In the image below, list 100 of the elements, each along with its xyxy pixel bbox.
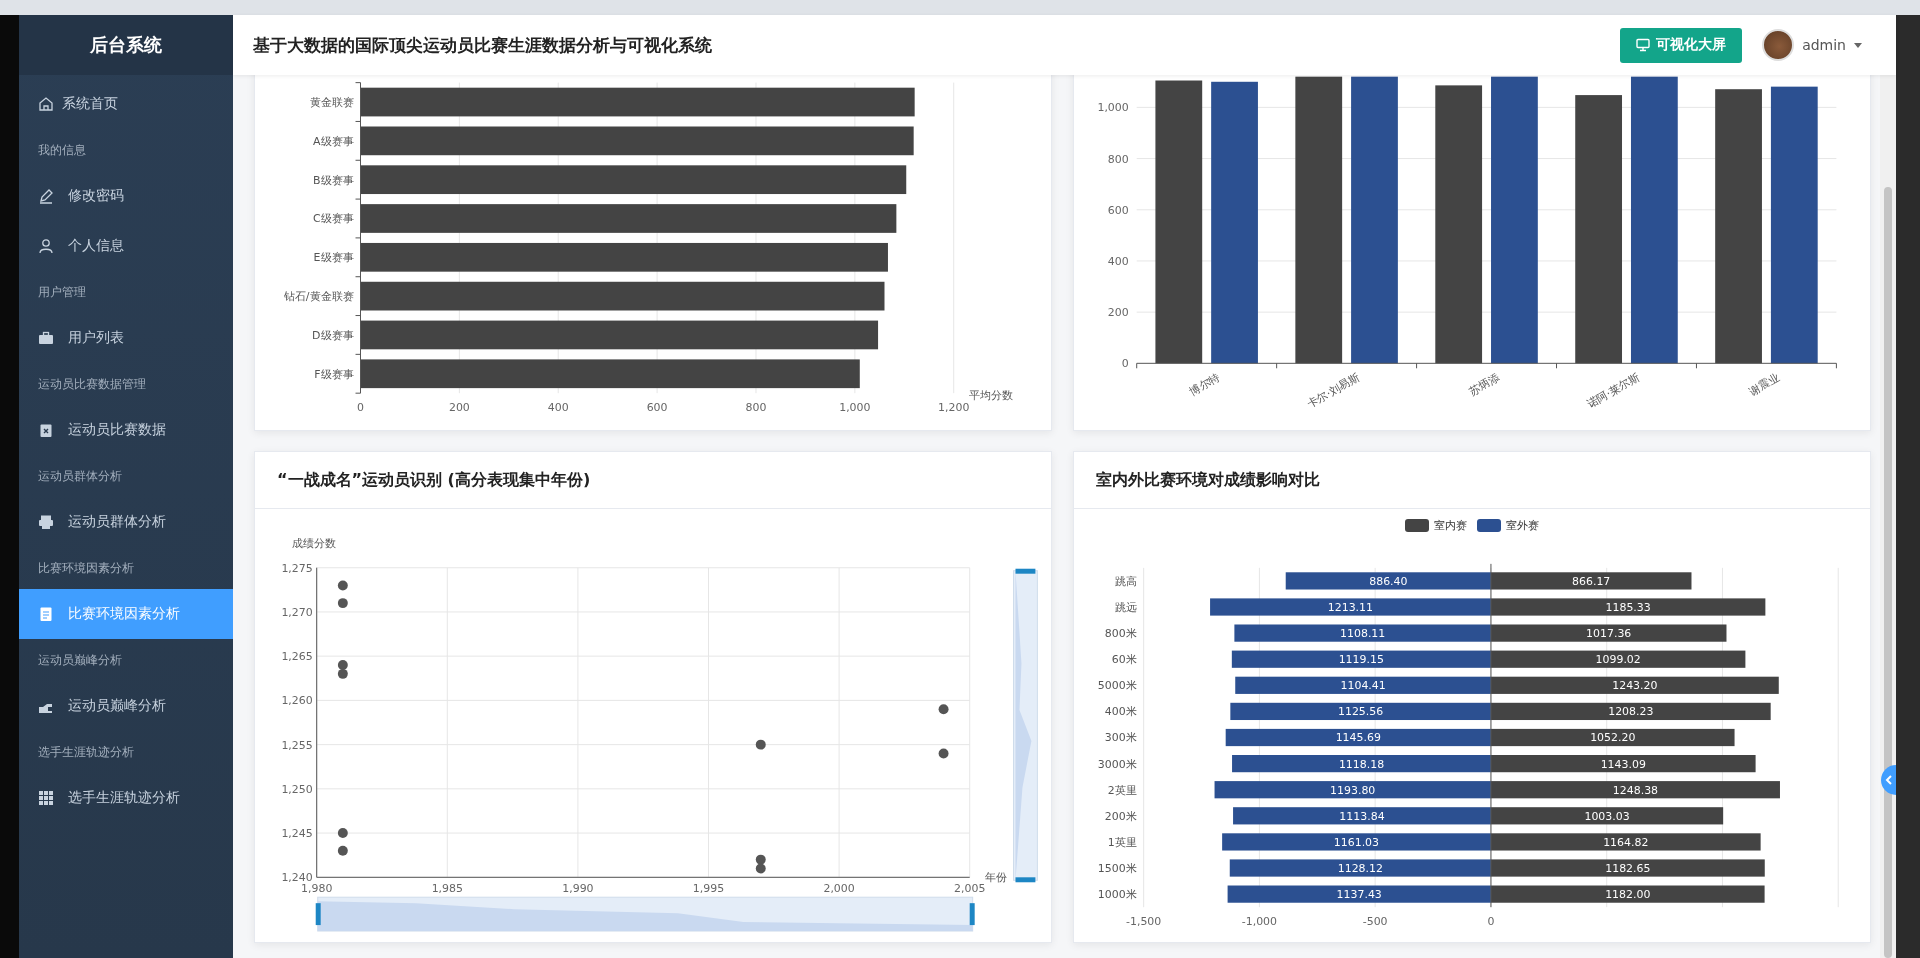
- category-label: 苏炳添: [1466, 370, 1502, 399]
- data-label: 1052.20: [1590, 731, 1636, 745]
- data-label: 1003.03: [1584, 809, 1630, 823]
- tick-label: -500: [1362, 915, 1388, 929]
- tick-label: 1,980: [301, 882, 333, 896]
- menu-group-label: 运动员群体分析: [37, 467, 123, 485]
- range-slider[interactable]: [1013, 568, 1038, 883]
- printer-icon: [38, 514, 54, 530]
- legend-label: 室内赛: [1434, 518, 1467, 533]
- data-label: 1248.38: [1612, 783, 1659, 797]
- tick-label: 1,240: [281, 871, 313, 885]
- menu-item[interactable]: 个人信息: [19, 221, 233, 271]
- category-label: 钻石/黄金联赛: [283, 290, 354, 304]
- tick-label: 1,275: [281, 561, 313, 575]
- menu-group-label: 用户管理: [37, 283, 87, 301]
- category-label: 2英里: [1107, 783, 1137, 797]
- user-menu[interactable]: admin: [1762, 29, 1862, 61]
- tick-label: 1,270: [281, 605, 313, 619]
- page-title: 基于大数据的国际顶尖运动员比赛生涯数据分析与可视化系统: [253, 33, 713, 57]
- tick-label: 600: [646, 401, 668, 415]
- tick-label: 1,000: [1097, 101, 1129, 115]
- tick-label: 1,265: [281, 650, 313, 664]
- menu-item[interactable]: 运动员比赛数据: [19, 405, 233, 455]
- tick-label: 0: [1487, 915, 1495, 929]
- tick-label: 1,985: [431, 882, 463, 896]
- category-label: 卡尔·刘易斯: [1304, 370, 1363, 412]
- grid-icon: [38, 790, 54, 806]
- category-label: 5000米: [1097, 679, 1137, 693]
- data-label: 1143.09: [1600, 757, 1646, 771]
- tick-label: -1,000: [1241, 915, 1278, 929]
- data-label: 1208.23: [1608, 705, 1654, 719]
- category-label: 跳远: [1114, 601, 1137, 614]
- data-label: 1113.84: [1339, 809, 1385, 823]
- tick-label: 1,200: [938, 401, 970, 415]
- data-label: 1017.36: [1586, 627, 1632, 641]
- category-label: F级赛事: [314, 367, 354, 381]
- menu-item[interactable]: 选手生涯轨迹分析: [19, 773, 233, 823]
- avatar: [1762, 29, 1795, 61]
- data-label: 886.40: [1369, 574, 1408, 588]
- category-label: 60米: [1111, 653, 1137, 667]
- data-label: 1164.82: [1603, 835, 1649, 849]
- pen-icon: [38, 188, 54, 204]
- category-label: 1500米: [1097, 862, 1137, 875]
- person-icon: [38, 238, 54, 254]
- tick-label: 1,260: [281, 694, 313, 708]
- menu-item[interactable]: 系统首页: [19, 79, 233, 129]
- category-label: 博尔特: [1187, 370, 1223, 399]
- category-label: 诺阿·莱尔斯: [1584, 370, 1642, 412]
- category-label: B级赛事: [313, 173, 354, 187]
- menu-group-label: 运动员比赛数据管理: [37, 375, 147, 393]
- tick-label: -1,500: [1126, 915, 1162, 929]
- tick-label: 1,995: [692, 882, 725, 896]
- menu-group-label: 比赛环境因素分析: [37, 559, 135, 577]
- category-label: D级赛事: [312, 328, 354, 342]
- category-label: 400米: [1104, 705, 1137, 719]
- document-icon: [38, 606, 54, 622]
- category-label: C级赛事: [312, 212, 354, 226]
- scrollbar[interactable]: [1880, 75, 1896, 958]
- category-label: 3000米: [1097, 757, 1137, 771]
- menu-item[interactable]: 运动员巅峰分析: [19, 681, 233, 731]
- category-label: 1英里: [1107, 835, 1137, 849]
- data-label: 1104.41: [1340, 679, 1386, 693]
- axis-title: 成绩分数: [291, 536, 336, 550]
- tick-label: 800: [745, 401, 767, 415]
- range-slider[interactable]: [315, 896, 975, 932]
- axis-title: 年份: [984, 871, 1007, 885]
- tick-label: 1,250: [281, 782, 313, 796]
- category-label: A级赛事: [313, 134, 354, 148]
- tick-label: 400: [1107, 254, 1129, 268]
- data-label: 1125.56: [1338, 705, 1384, 719]
- menu-item[interactable]: 运动员群体分析: [19, 497, 233, 547]
- menu-group-label: 我的信息: [37, 141, 87, 159]
- briefcase-icon: [38, 330, 54, 346]
- card-title: “一战成名”运动员识别 (高分表现集中年份): [277, 469, 591, 491]
- tick-label: 1,000: [839, 401, 871, 415]
- category-label: 跳高: [1114, 574, 1137, 588]
- tick-label: 2,005: [954, 882, 986, 896]
- category-label: 1000米: [1097, 888, 1137, 902]
- tick-label: 200: [448, 401, 470, 415]
- data-label: 1137.43: [1336, 888, 1382, 902]
- data-label: 1193.80: [1330, 783, 1376, 797]
- category-label: 800米: [1104, 627, 1137, 641]
- category-label: 200米: [1104, 809, 1137, 823]
- category-label: E级赛事: [313, 251, 354, 265]
- data-label: 1182.65: [1605, 862, 1651, 875]
- data-label: 1119.15: [1338, 653, 1384, 667]
- house-icon: [38, 96, 54, 112]
- menu-group-label: 运动员巅峰分析: [37, 651, 123, 669]
- menu-item[interactable]: 修改密码: [19, 171, 233, 221]
- category-label: 谢震业: [1746, 370, 1782, 399]
- menu-item[interactable]: 用户列表: [19, 313, 233, 363]
- tick-label: 1,255: [281, 738, 313, 752]
- tick-label: 0: [1121, 357, 1129, 371]
- data-label: 1118.18: [1338, 757, 1385, 771]
- tick-label: 800: [1107, 152, 1129, 166]
- monitor-icon: [1636, 38, 1651, 52]
- legend-label: 室外赛: [1506, 518, 1539, 533]
- data-label: 1182.00: [1605, 888, 1651, 902]
- category-label: 黄金联赛: [309, 96, 354, 110]
- tick-label: 0: [357, 401, 364, 415]
